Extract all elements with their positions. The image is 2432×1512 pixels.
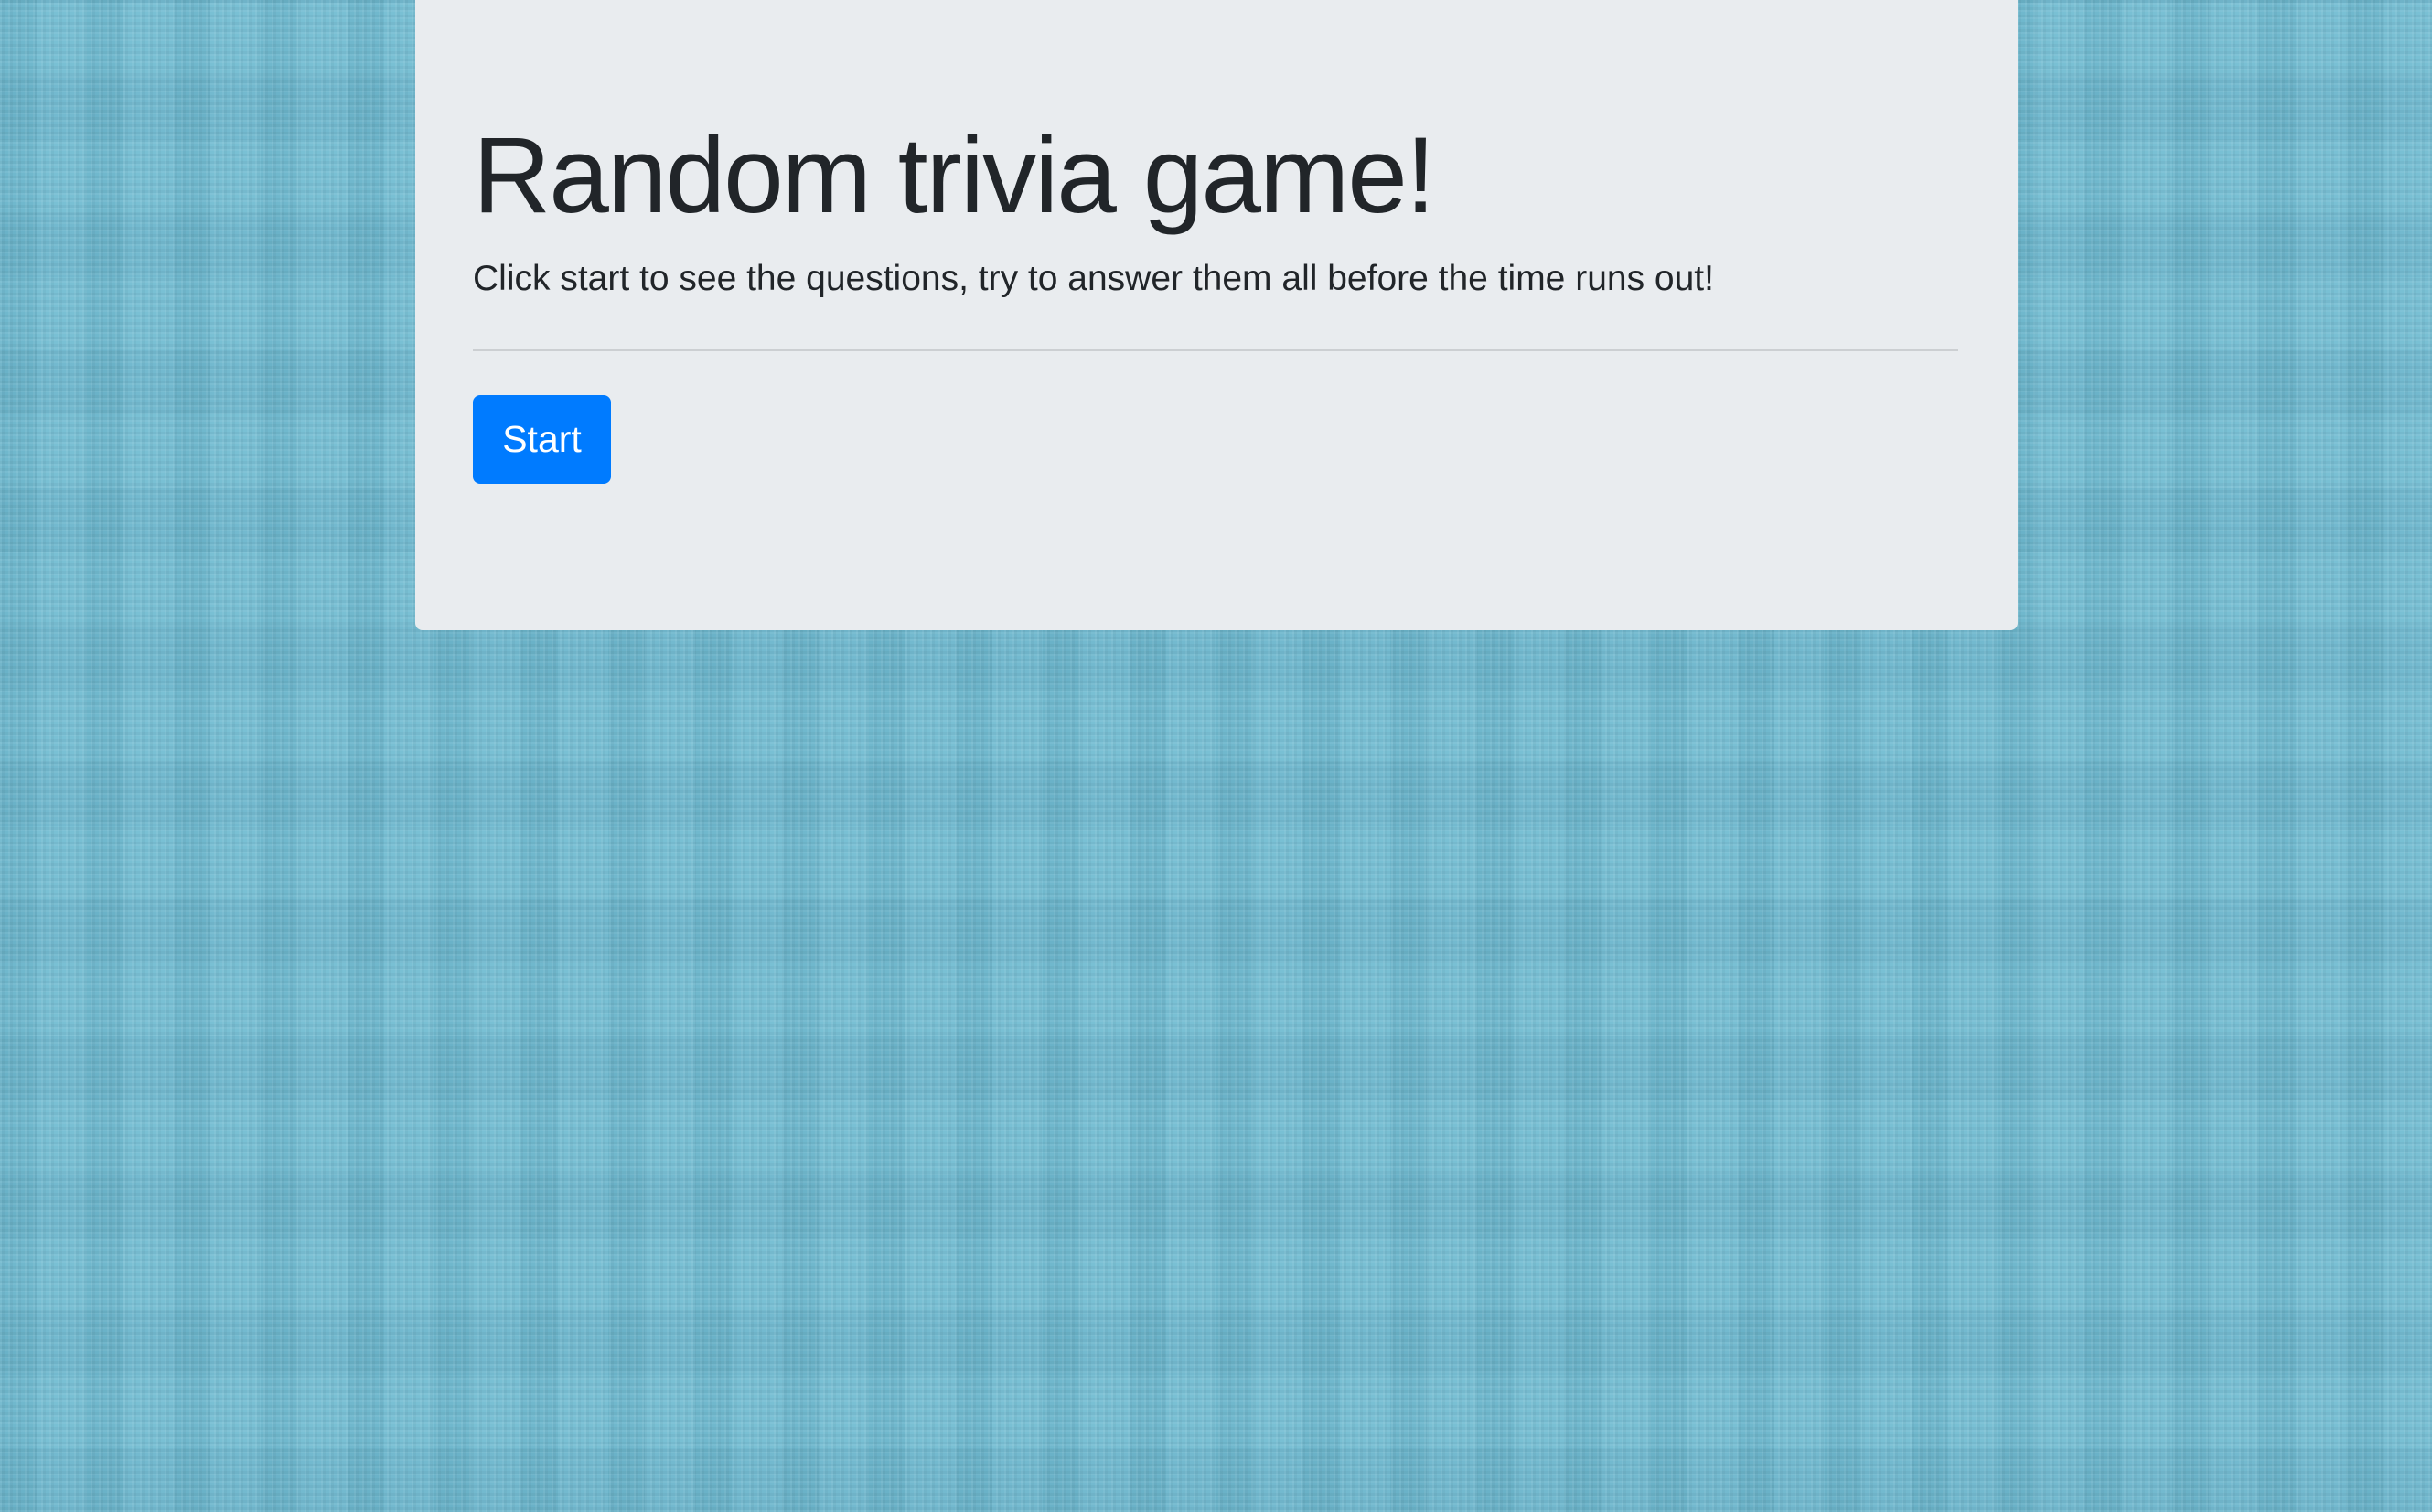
instructions-text: Click start to see the questions, try to… [473,259,1714,298]
page-title: Random trivia game! [473,115,1436,236]
intro-panel: Random trivia game! Click start to see t… [415,0,2018,630]
start-button[interactable]: Start [473,395,611,484]
divider [473,349,1958,351]
